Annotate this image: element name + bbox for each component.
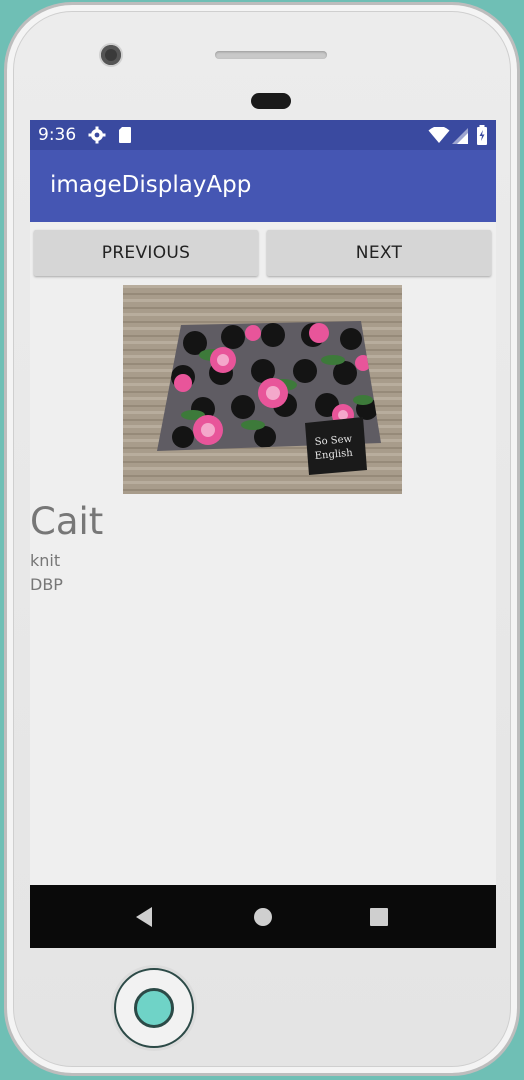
status-time: 9:36 xyxy=(38,125,77,145)
record-detail-1: knit xyxy=(30,551,61,570)
hardware-home-button[interactable] xyxy=(114,968,194,1048)
fabric-label-tag: So Sew English xyxy=(305,417,367,475)
gear-icon xyxy=(88,126,106,149)
navigation-bar xyxy=(30,885,496,948)
earpiece-speaker xyxy=(215,51,327,59)
home-button-ring xyxy=(134,988,174,1028)
proximity-sensor xyxy=(251,93,291,109)
recents-icon[interactable] xyxy=(369,906,389,933)
fabric-photo: So Sew English xyxy=(123,285,402,494)
signal-icon xyxy=(452,128,468,149)
device-screen: 9:36 imageDisplayApp PREVIOUS NEXT So Se… xyxy=(30,120,496,948)
wifi-icon xyxy=(428,126,450,149)
back-icon[interactable] xyxy=(134,906,154,933)
previous-button[interactable]: PREVIOUS xyxy=(34,230,258,276)
home-icon[interactable] xyxy=(253,906,273,933)
record-detail-2: DBP xyxy=(30,575,63,594)
status-bar: 9:36 xyxy=(30,120,496,150)
app-title: imageDisplayApp xyxy=(50,172,252,198)
front-camera xyxy=(101,45,121,65)
app-bar: imageDisplayApp xyxy=(30,150,496,222)
battery-icon xyxy=(476,125,488,150)
next-button[interactable]: NEXT xyxy=(267,230,491,276)
sd-card-icon xyxy=(118,126,132,149)
record-name: Cait xyxy=(30,500,104,543)
